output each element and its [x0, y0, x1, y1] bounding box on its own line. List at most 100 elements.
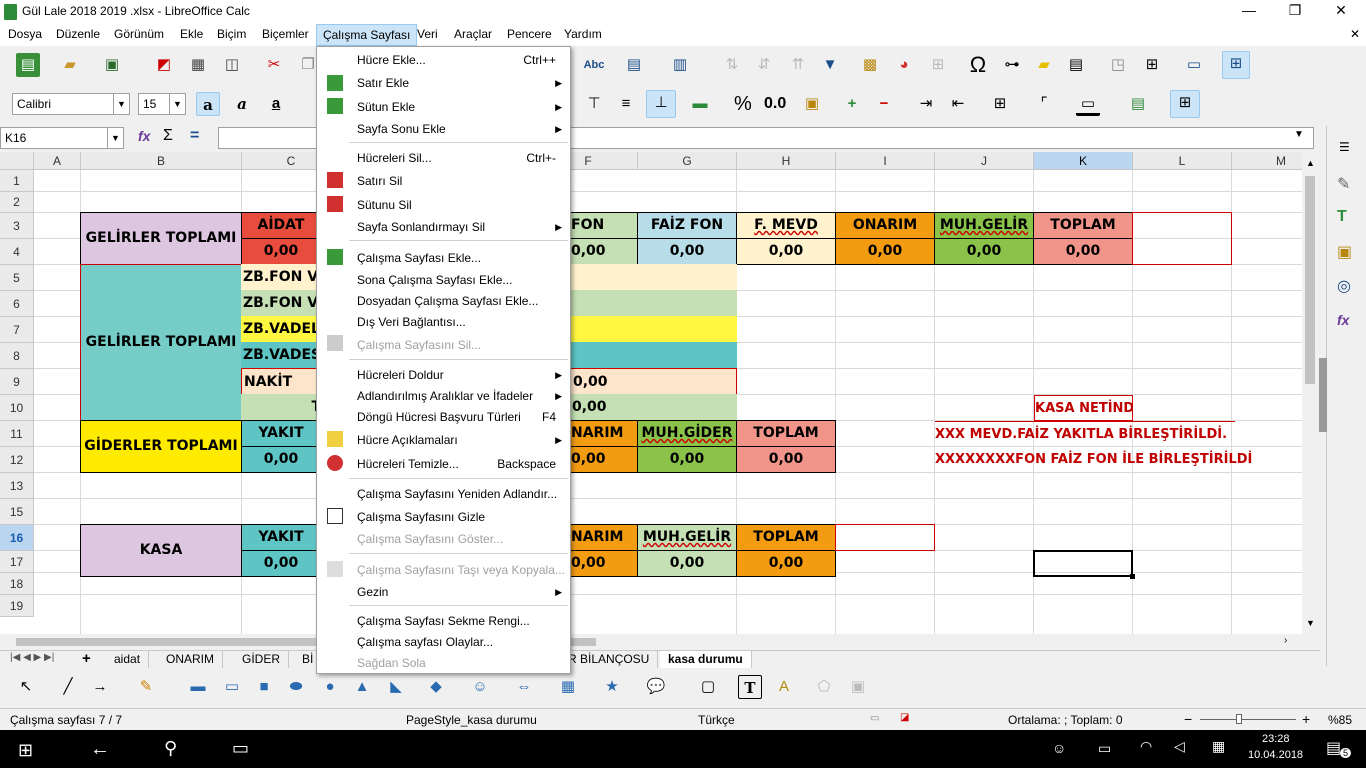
- menu-gorunum[interactable]: Görünüm: [114, 27, 164, 41]
- vertical-scrollbar[interactable]: ▲ ▼: [1302, 152, 1318, 634]
- sheet-tab[interactable]: ONARIM: [158, 651, 223, 668]
- column-header[interactable]: M: [1232, 152, 1302, 170]
- close-document-icon[interactable]: ✕: [1350, 27, 1360, 41]
- chart-icon[interactable]: ◕: [892, 53, 916, 77]
- underline-icon[interactable]: a: [264, 92, 288, 116]
- percent-format-icon[interactable]: %: [734, 93, 752, 116]
- menu-item-adlandirilmis-araliklar[interactable]: Adlandırılmış Aralıklar ve İfadeler: [357, 389, 533, 403]
- menu-item-sekme-rengi[interactable]: Çalışma Sayfası Sekme Rengi...: [357, 614, 530, 628]
- menu-dosya[interactable]: Dosya: [8, 27, 42, 41]
- row-header[interactable]: 19: [0, 595, 34, 617]
- sheet-tab[interactable]: aidat: [106, 651, 150, 668]
- zoom-slider-handle[interactable]: [1236, 714, 1242, 724]
- cell-k-muh-gelir[interactable]: MUH.GELİR: [637, 524, 737, 551]
- back-arrow-icon[interactable]: ←: [90, 738, 110, 761]
- row-header[interactable]: 4: [0, 239, 34, 265]
- cell-toplam-value[interactable]: 0,00: [1033, 238, 1133, 265]
- add-decimal-icon[interactable]: +: [840, 92, 864, 116]
- decrease-indent-icon[interactable]: ⇤: [946, 92, 970, 116]
- font-size-box[interactable]: 15 ▼: [138, 93, 186, 115]
- print-icon[interactable]: ▦: [186, 53, 210, 77]
- block-arrows-icon[interactable]: ⇔: [512, 675, 536, 699]
- cell-f-mevd-value[interactable]: 0,00: [736, 238, 836, 265]
- callouts-icon[interactable]: 💬: [644, 675, 668, 699]
- pivot-table-icon[interactable]: ⊞: [926, 53, 950, 77]
- zoom-slider[interactable]: [1200, 719, 1296, 720]
- cell-cursor-k16[interactable]: [1033, 550, 1133, 577]
- line-icon[interactable]: ╱: [56, 675, 80, 699]
- row-header[interactable]: 13: [0, 473, 34, 499]
- cell-fon[interactable]: FON: [570, 212, 638, 239]
- cell-g-toplam[interactable]: TOPLAM: [736, 420, 836, 447]
- cell-yakit[interactable]: YAKIT: [241, 420, 321, 447]
- fontwork-icon[interactable]: A: [772, 675, 796, 699]
- gallery-icon[interactable]: ▣: [1337, 242, 1352, 262]
- row-header[interactable]: 8: [0, 343, 34, 369]
- status-language[interactable]: Türkçe: [698, 713, 735, 727]
- date-format-icon[interactable]: ▣: [800, 92, 824, 116]
- open-folder-icon[interactable]: ▰: [58, 53, 82, 77]
- cell-t-value[interactable]: 0,00: [570, 394, 737, 421]
- cell-fill-yellow[interactable]: [570, 316, 737, 343]
- autofill-handle[interactable]: [1130, 574, 1135, 579]
- row-header[interactable]: 2: [0, 192, 34, 213]
- taskbar-date[interactable]: 10.04.2018: [1248, 749, 1303, 761]
- vertical-scroll-thumb[interactable]: [1305, 176, 1315, 384]
- symbol-shapes-icon[interactable]: ☺: [468, 675, 492, 699]
- sidebar-menu-icon[interactable]: ☰: [1339, 140, 1350, 154]
- menu-item-sayfa-sonlandirmayi-sil[interactable]: Sayfa Sonlandırmayı Sil: [357, 220, 485, 234]
- save-icon[interactable]: ▣: [100, 53, 124, 77]
- menu-item-calisma-sayfasini-sil[interactable]: Çalışma Sayfasını Sil...: [357, 338, 481, 352]
- row-header[interactable]: 15: [0, 499, 34, 525]
- menu-calisma-sayfasi[interactable]: Çalışma Sayfası: [316, 24, 418, 46]
- align-bottom-icon[interactable]: ⊥: [646, 90, 676, 118]
- menu-item-olaylar[interactable]: Çalışma sayfası Olaylar...: [357, 635, 493, 649]
- sheet-tab[interactable]: GİDER: [234, 651, 290, 668]
- conditional-format-icon[interactable]: ▤: [1126, 92, 1150, 116]
- flowchart-icon[interactable]: ▦: [556, 675, 580, 699]
- right-triangle-icon[interactable]: ◣: [384, 675, 408, 699]
- cell-aidat-value[interactable]: 0,00: [241, 238, 321, 265]
- column-header-active[interactable]: K: [1034, 152, 1133, 170]
- select-all-corner[interactable]: [0, 152, 34, 170]
- cut-icon[interactable]: ✂: [262, 53, 286, 77]
- menu-item-goster[interactable]: Çalışma Sayfasını Göster...: [357, 532, 503, 546]
- menu-item-dongu-hucresi[interactable]: Döngü Hücresi Başvuru Türleri: [357, 410, 521, 424]
- menu-duzenle[interactable]: Düzenle: [56, 27, 100, 41]
- cell-onarim[interactable]: ONARIM: [835, 212, 935, 239]
- row-header[interactable]: 6: [0, 291, 34, 317]
- column-header[interactable]: H: [737, 152, 836, 170]
- task-view-icon[interactable]: ▭: [232, 738, 249, 759]
- row-header[interactable]: 17: [0, 551, 34, 573]
- column-header[interactable]: L: [1133, 152, 1232, 170]
- stars-icon[interactable]: ★: [600, 675, 624, 699]
- cell-k-yakit-value[interactable]: 0,00: [241, 550, 321, 577]
- row-header[interactable]: 10: [0, 395, 34, 421]
- row-header-active[interactable]: 16: [0, 525, 34, 551]
- menu-bicemler[interactable]: Biçemler: [262, 27, 309, 41]
- toggle-extrusion-icon[interactable]: ▣: [846, 675, 870, 699]
- cell-k-onarim[interactable]: NARIM: [570, 524, 638, 551]
- chevron-down-icon[interactable]: ▼: [107, 128, 123, 148]
- search-icon[interactable]: ⚲: [164, 738, 177, 759]
- comment-icon[interactable]: ▰: [1032, 53, 1056, 77]
- sheet-tab-active[interactable]: kasa durumu: [660, 651, 752, 668]
- row-icon[interactable]: ▤: [622, 53, 646, 77]
- volume-icon[interactable]: ◁: [1174, 738, 1185, 755]
- menu-item-hucre-ekle[interactable]: Hücre Ekle...: [357, 53, 426, 67]
- first-sheet-icon[interactable]: |◀ ◀ ▶ ▶|: [10, 652, 54, 663]
- function-wizard-icon[interactable]: fx: [138, 128, 150, 144]
- scroll-down-icon[interactable]: ▼: [1306, 618, 1315, 628]
- column-header[interactable]: I: [836, 152, 935, 170]
- menu-item-hucreleri-temizle[interactable]: Hücreleri Temizle...: [357, 457, 459, 471]
- styles-icon[interactable]: T: [1337, 208, 1347, 226]
- menu-pencere[interactable]: Pencere: [507, 27, 552, 41]
- menu-bicim[interactable]: Biçim: [217, 27, 246, 41]
- column-icon[interactable]: ▥: [668, 53, 692, 77]
- horizontal-scrollbar[interactable]: ›: [0, 634, 1318, 650]
- zoom-level[interactable]: %85: [1328, 713, 1352, 727]
- cell-k-yakit[interactable]: YAKIT: [241, 524, 321, 551]
- zoom-out-icon[interactable]: −: [1184, 711, 1192, 727]
- header-footer-icon[interactable]: ▤: [1064, 53, 1088, 77]
- delete-decimal-icon[interactable]: −: [872, 92, 896, 116]
